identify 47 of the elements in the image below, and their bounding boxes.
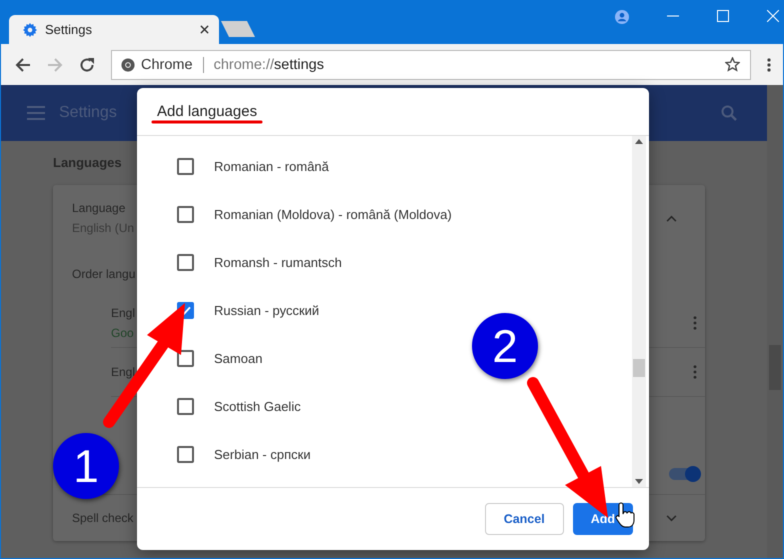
checkbox[interactable] bbox=[177, 158, 194, 174]
checkbox[interactable] bbox=[177, 398, 194, 414]
checkbox[interactable] bbox=[177, 206, 194, 222]
language-option[interactable]: Romansh - rumantsch bbox=[214, 254, 342, 270]
checkbox[interactable] bbox=[177, 446, 194, 462]
cancel-button[interactable]: Cancel bbox=[484, 503, 564, 535]
language-name: Engl bbox=[111, 365, 136, 379]
new-tab-button[interactable] bbox=[221, 21, 255, 37]
menu-icon[interactable] bbox=[767, 56, 771, 72]
reload-icon[interactable] bbox=[79, 56, 95, 72]
language-name: Engl bbox=[111, 306, 136, 320]
toggle-switch[interactable] bbox=[669, 468, 699, 480]
browser-tab[interactable]: Settings bbox=[9, 15, 219, 44]
setting-label: Language bbox=[72, 201, 126, 215]
section-heading: Languages bbox=[53, 155, 122, 170]
more-icon[interactable] bbox=[693, 316, 697, 330]
language-option[interactable]: Serbian - српски bbox=[214, 446, 311, 462]
gear-icon bbox=[23, 22, 37, 36]
profile-icon[interactable] bbox=[615, 10, 629, 24]
address-bar[interactable]: Chrome chrome://settings bbox=[111, 50, 751, 80]
tab-title: Settings bbox=[45, 22, 93, 37]
checkbox[interactable] bbox=[177, 254, 194, 270]
url-scheme: chrome:// bbox=[214, 56, 274, 72]
setting-label: Order langu bbox=[72, 267, 136, 281]
hand-cursor-icon bbox=[615, 502, 634, 528]
dialog-title: Add languages bbox=[157, 103, 258, 120]
star-icon[interactable] bbox=[725, 57, 740, 72]
maximize-icon[interactable] bbox=[717, 10, 729, 22]
more-icon[interactable] bbox=[693, 365, 697, 379]
site-label: Chrome bbox=[141, 56, 193, 72]
setting-label: Spell check bbox=[72, 511, 134, 525]
scrollbar[interactable] bbox=[632, 136, 646, 487]
language-option[interactable]: Romanian (Moldova) - română (Moldova) bbox=[214, 206, 452, 222]
close-icon[interactable] bbox=[200, 25, 209, 34]
chevron-up-icon[interactable] bbox=[666, 214, 677, 222]
language-option[interactable]: Romanian - română bbox=[214, 158, 329, 174]
scroll-down-icon[interactable] bbox=[635, 479, 643, 484]
language-option[interactable]: Samoan bbox=[214, 350, 262, 366]
chevron-down-icon[interactable] bbox=[666, 514, 677, 522]
scroll-up-icon[interactable] bbox=[635, 139, 643, 144]
back-icon[interactable] bbox=[15, 56, 31, 72]
scrollbar[interactable] bbox=[767, 85, 783, 558]
url-path: settings bbox=[274, 56, 324, 72]
language-option[interactable]: Russian - русский bbox=[214, 302, 320, 318]
language-note: Goo bbox=[111, 326, 135, 340]
language-option[interactable]: Scottish Gaelic bbox=[214, 398, 301, 414]
scroll-thumb[interactable] bbox=[633, 359, 645, 377]
